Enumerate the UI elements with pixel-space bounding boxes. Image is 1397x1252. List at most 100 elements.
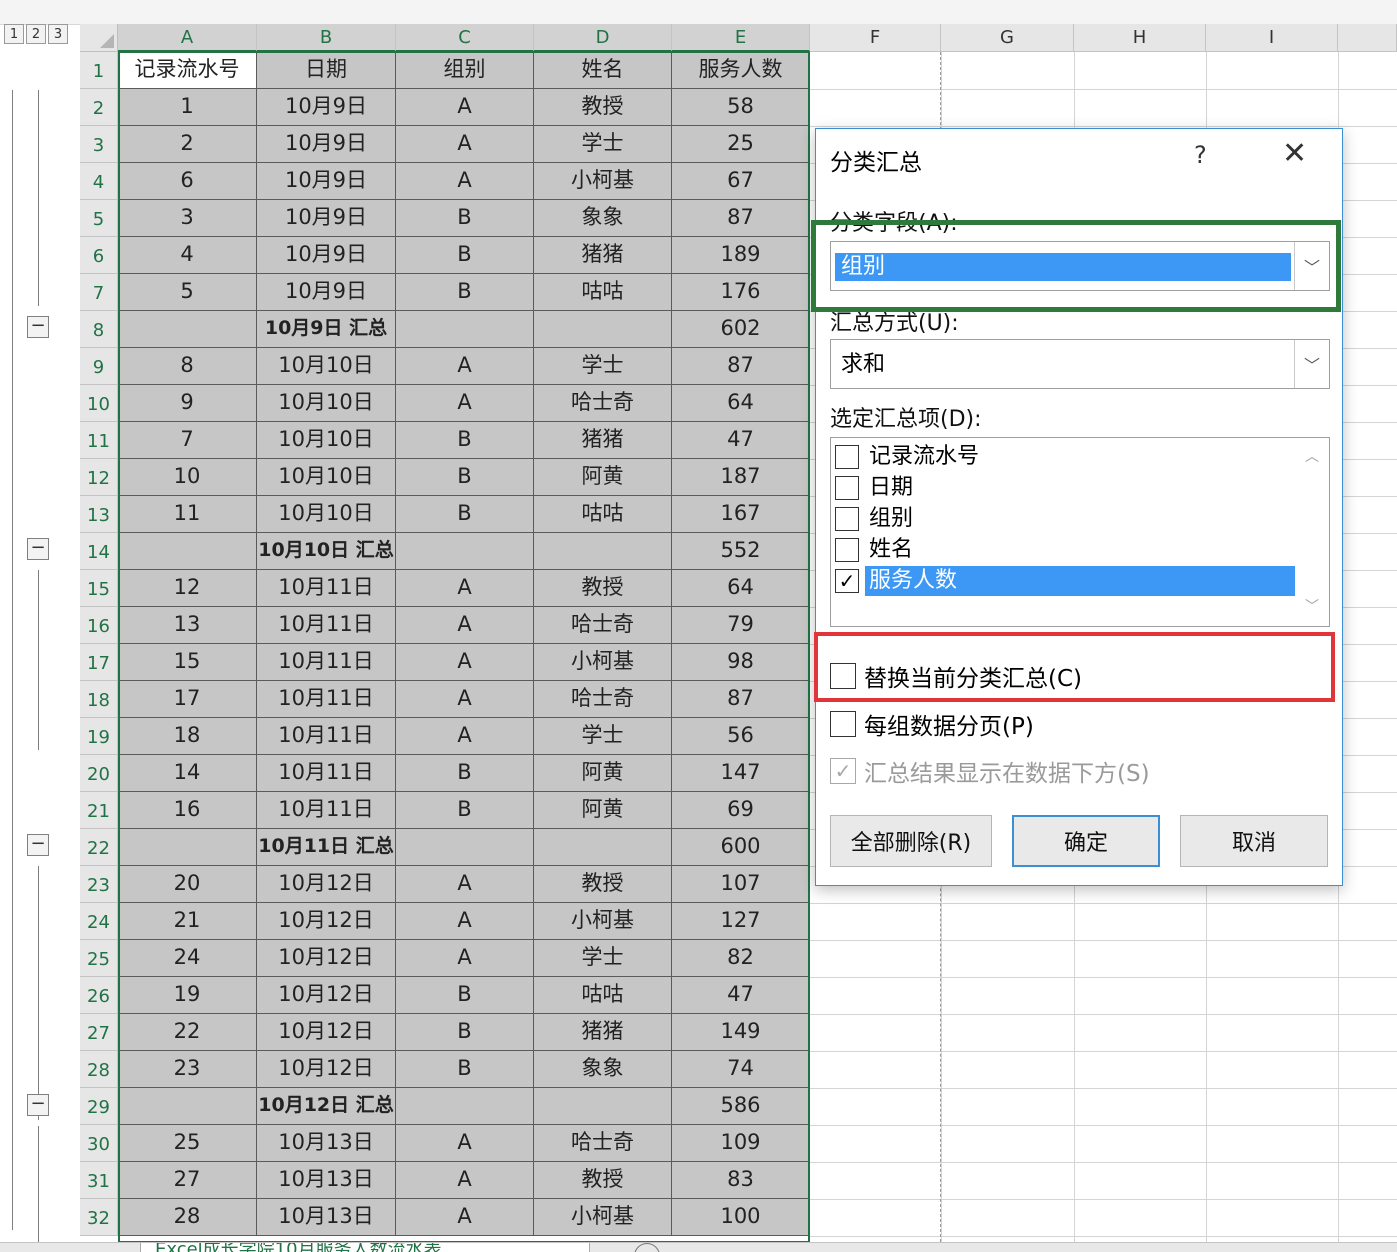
- table-cell[interactable]: 哈士奇: [534, 681, 672, 718]
- row-header[interactable]: 26: [80, 977, 118, 1014]
- outline-collapse-button[interactable]: −: [27, 834, 49, 856]
- table-cell[interactable]: 10月9日: [257, 163, 396, 200]
- column-header-e[interactable]: E: [672, 24, 810, 52]
- table-cell[interactable]: 10月11日: [257, 607, 396, 644]
- table-header-cell[interactable]: 日期: [257, 52, 396, 89]
- table-cell[interactable]: B: [396, 237, 534, 274]
- table-header-cell[interactable]: 组别: [396, 52, 534, 89]
- table-cell[interactable]: 64: [672, 385, 810, 422]
- table-cell[interactable]: 74: [672, 1051, 810, 1088]
- table-cell[interactable]: 109: [672, 1125, 810, 1162]
- table-cell[interactable]: 学士: [534, 126, 672, 163]
- subtotal-cell[interactable]: [118, 829, 257, 866]
- select-all-corner[interactable]: [80, 24, 118, 52]
- group-by-select[interactable]: 组别 ﹀: [830, 241, 1330, 291]
- table-cell[interactable]: 猪猪: [534, 422, 672, 459]
- table-cell[interactable]: 15: [118, 644, 257, 681]
- table-cell[interactable]: 25: [672, 126, 810, 163]
- table-cell[interactable]: 10月13日: [257, 1199, 396, 1236]
- subtotal-cell[interactable]: [118, 311, 257, 348]
- table-cell[interactable]: 87: [672, 681, 810, 718]
- row-header[interactable]: 4: [80, 163, 118, 200]
- table-cell[interactable]: B: [396, 792, 534, 829]
- ok-button[interactable]: 确定: [1012, 815, 1160, 867]
- remove-all-button[interactable]: 全部删除(R): [830, 815, 992, 867]
- row-header[interactable]: 25: [80, 940, 118, 977]
- table-cell[interactable]: 小柯基: [534, 644, 672, 681]
- table-cell[interactable]: A: [396, 607, 534, 644]
- column-header-g[interactable]: G: [941, 24, 1074, 52]
- table-cell[interactable]: B: [396, 755, 534, 792]
- outline-collapse-button[interactable]: −: [27, 1094, 49, 1116]
- table-cell[interactable]: 10月12日: [257, 977, 396, 1014]
- table-cell[interactable]: 67: [672, 163, 810, 200]
- table-cell[interactable]: 6: [118, 163, 257, 200]
- table-cell[interactable]: 阿黄: [534, 755, 672, 792]
- outline-collapse-button[interactable]: −: [27, 538, 49, 560]
- table-cell[interactable]: 2: [118, 126, 257, 163]
- subtotal-cell[interactable]: 602: [672, 311, 810, 348]
- table-cell[interactable]: 教授: [534, 89, 672, 126]
- table-cell[interactable]: 象象: [534, 1051, 672, 1088]
- checkbox[interactable]: [835, 507, 859, 531]
- subtotal-cell[interactable]: 586: [672, 1088, 810, 1125]
- table-cell[interactable]: 8: [118, 348, 257, 385]
- table-cell[interactable]: 10月10日: [257, 422, 396, 459]
- table-cell[interactable]: 167: [672, 496, 810, 533]
- subtotal-cell[interactable]: 10月11日 汇总: [257, 829, 396, 866]
- table-cell[interactable]: B: [396, 1051, 534, 1088]
- table-cell[interactable]: 25: [118, 1125, 257, 1162]
- table-cell[interactable]: 哈士奇: [534, 385, 672, 422]
- table-cell[interactable]: 10月11日: [257, 718, 396, 755]
- table-cell[interactable]: A: [396, 644, 534, 681]
- row-header[interactable]: 1: [80, 52, 118, 89]
- outline-level-3-button[interactable]: 3: [48, 24, 68, 44]
- table-cell[interactable]: 100: [672, 1199, 810, 1236]
- checkbox[interactable]: [835, 445, 859, 469]
- column-header-b[interactable]: B: [257, 24, 396, 52]
- table-cell[interactable]: 11: [118, 496, 257, 533]
- row-header[interactable]: 11: [80, 422, 118, 459]
- table-cell[interactable]: B: [396, 422, 534, 459]
- row-header[interactable]: 31: [80, 1162, 118, 1199]
- column-header-a[interactable]: A: [118, 24, 257, 52]
- checkbox[interactable]: [835, 476, 859, 500]
- table-cell[interactable]: 10月9日: [257, 274, 396, 311]
- subtotal-cell[interactable]: [396, 311, 534, 348]
- row-header[interactable]: 18: [80, 681, 118, 718]
- table-cell[interactable]: 学士: [534, 940, 672, 977]
- table-cell[interactable]: B: [396, 274, 534, 311]
- table-cell[interactable]: 47: [672, 977, 810, 1014]
- table-cell[interactable]: 19: [118, 977, 257, 1014]
- column-header-c[interactable]: C: [396, 24, 534, 52]
- table-cell[interactable]: 10月9日: [257, 200, 396, 237]
- table-cell[interactable]: 象象: [534, 200, 672, 237]
- table-cell[interactable]: B: [396, 1014, 534, 1051]
- row-header[interactable]: 10: [80, 385, 118, 422]
- table-cell[interactable]: A: [396, 385, 534, 422]
- table-cell[interactable]: 3: [118, 200, 257, 237]
- row-header[interactable]: 5: [80, 200, 118, 237]
- table-cell[interactable]: 10月10日: [257, 385, 396, 422]
- table-cell[interactable]: B: [396, 200, 534, 237]
- subtotal-cell[interactable]: [534, 311, 672, 348]
- table-cell[interactable]: 10月11日: [257, 681, 396, 718]
- table-cell[interactable]: 187: [672, 459, 810, 496]
- table-cell[interactable]: 小柯基: [534, 903, 672, 940]
- list-item[interactable]: 记录流水号: [835, 442, 1295, 472]
- subtotal-cell[interactable]: 10月10日 汇总: [257, 533, 396, 570]
- table-cell[interactable]: 咕咕: [534, 977, 672, 1014]
- row-header[interactable]: 23: [80, 866, 118, 903]
- subtotal-cell[interactable]: 10月9日 汇总: [257, 311, 396, 348]
- table-cell[interactable]: A: [396, 1125, 534, 1162]
- table-cell[interactable]: 哈士奇: [534, 1125, 672, 1162]
- table-cell[interactable]: 10月11日: [257, 644, 396, 681]
- table-cell[interactable]: 98: [672, 644, 810, 681]
- subtotal-cell[interactable]: [534, 533, 672, 570]
- table-cell[interactable]: 47: [672, 422, 810, 459]
- list-item[interactable]: 组别: [835, 504, 1295, 534]
- table-cell[interactable]: 10月10日: [257, 348, 396, 385]
- table-cell[interactable]: A: [396, 903, 534, 940]
- table-cell[interactable]: 107: [672, 866, 810, 903]
- table-cell[interactable]: 阿黄: [534, 792, 672, 829]
